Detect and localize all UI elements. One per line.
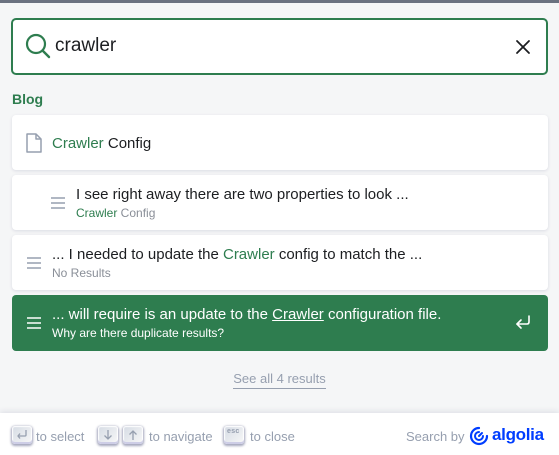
paragraph-icon [27, 317, 41, 329]
title-text: Config [103, 135, 152, 152]
page-icon [26, 133, 42, 153]
footer: to select to navigate esc to close Searc… [0, 413, 559, 455]
result-title: ... I needed to update the Crawler confi… [52, 246, 422, 263]
search-icon [25, 33, 51, 59]
arrow-up-key [123, 426, 143, 444]
enter-icon[interactable] [514, 314, 532, 330]
escape-key: esc [224, 426, 244, 444]
search-result[interactable]: I see right away there are two propertie… [12, 175, 548, 230]
highlight: Crawler [52, 135, 104, 152]
result-path: Crawler Config [76, 206, 155, 220]
result-title: ... will require is an update to the Cra… [52, 306, 441, 323]
arrow-down-icon [104, 430, 112, 440]
highlight: Crawler [272, 306, 324, 323]
search-input[interactable] [55, 30, 475, 62]
search-result[interactable]: Crawler Config [12, 115, 548, 170]
search-bar[interactable] [11, 18, 548, 75]
result-path: No Results [52, 266, 111, 280]
algolia-wordmark: algolia [492, 425, 544, 444]
see-all-link[interactable]: See all 4 results [233, 371, 326, 389]
select-hint: to select [36, 429, 85, 444]
enter-icon [17, 430, 27, 439]
search-by-label: Search by [406, 429, 465, 444]
result-title: I see right away there are two propertie… [76, 186, 409, 203]
arrow-up-icon [129, 430, 137, 440]
escape-key-label: esc [227, 428, 240, 435]
enter-key [12, 426, 32, 444]
search-result[interactable]: ... I needed to update the Crawler confi… [12, 235, 548, 290]
title-text: config to match the ... [274, 246, 423, 263]
search-result-selected[interactable]: ... will require is an update to the Cra… [12, 295, 548, 351]
title-text: ... I needed to update the [52, 246, 223, 263]
close-hint: to close [250, 429, 295, 444]
arrow-down-key [98, 426, 118, 444]
paragraph-icon [27, 257, 41, 269]
highlight: Crawler [76, 206, 118, 220]
result-title: Crawler Config [52, 135, 151, 152]
paragraph-icon [51, 197, 65, 209]
see-all-container: See all 4 results [0, 370, 559, 389]
algolia-icon [469, 426, 489, 446]
navigate-hint: to navigate [149, 429, 213, 444]
section-title: Blog [12, 91, 44, 107]
title-text: ... will require is an update to the [52, 306, 273, 323]
path-text: Config [117, 206, 156, 220]
title-text: configuration file. [323, 306, 442, 323]
clear-icon[interactable] [514, 38, 532, 56]
highlight: Crawler [222, 246, 275, 263]
search-modal: Blog Crawler Config I see right away the… [0, 0, 559, 455]
result-path: Why are there duplicate results? [52, 326, 225, 340]
